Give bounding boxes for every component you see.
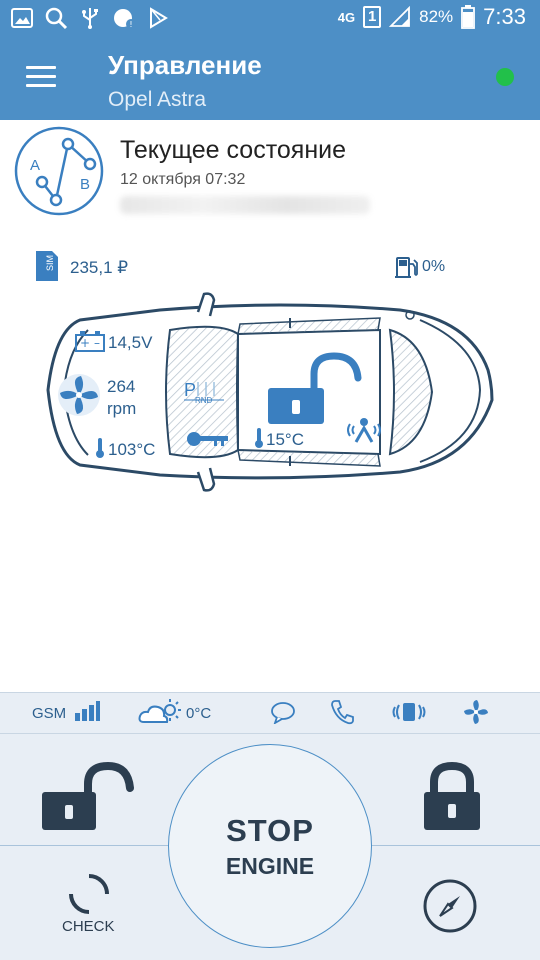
connection-status-indicator (496, 68, 514, 86)
car-unlocked-icon (268, 352, 362, 424)
usb-icon (82, 8, 98, 29)
svg-text:+: + (80, 336, 90, 350)
notification-icons: ! (10, 6, 170, 30)
engine-fan-icon (58, 374, 100, 416)
sim-card-icon: SIM (36, 251, 58, 281)
data-saver-icon: ! (114, 9, 136, 29)
sim-balance: 235,1 ₽ (70, 258, 129, 277)
battery-icon (461, 5, 476, 29)
signal-icon (389, 6, 411, 27)
cabin-temperature: 15°C (266, 430, 304, 449)
network-type: 4G (337, 9, 356, 25)
menu-icon[interactable] (26, 66, 56, 88)
gear-selector-icon: P RND (184, 380, 224, 405)
lock-button[interactable] (420, 762, 484, 832)
vehicle-name: Opel Astra (108, 88, 207, 111)
compass-icon[interactable] (422, 878, 478, 934)
page-title: Управление (108, 50, 262, 80)
system-status: 4G 1 82% 7:33 (338, 4, 526, 30)
svg-text:–: – (94, 336, 100, 350)
clock: 7:33 (483, 4, 526, 29)
blurred-address (120, 196, 370, 214)
sim-slot-badge: 1 (363, 6, 382, 28)
logo-label-b: B (80, 176, 90, 193)
fan-icon[interactable] (462, 698, 490, 726)
weather-icon (138, 699, 181, 723)
cabin-thermometer-icon (255, 428, 263, 448)
battery-voltage-icon: + – (75, 331, 105, 352)
engine-temperature: 103°C (108, 440, 156, 459)
sim-label: SIM (45, 255, 55, 271)
ignition-key-icon (187, 432, 228, 446)
battery-voltage: 14,5V (108, 333, 153, 352)
state-timestamp: 12 октября 07:32 (120, 171, 246, 188)
stop-engine-button[interactable]: STOP ENGINE (168, 744, 372, 948)
fuel-level: 0% (422, 258, 446, 275)
battery-percent: 82% (419, 7, 454, 26)
message-icon[interactable] (270, 700, 296, 724)
stop-label: STOP (226, 812, 314, 848)
phone-icon[interactable] (330, 699, 354, 725)
gsm-label: GSM (32, 705, 67, 722)
status-bar: ! 4G 1 82% 7:33 (0, 0, 540, 38)
gsm-signal-icon (75, 701, 100, 721)
state-title: Текущее состояние (120, 136, 347, 164)
engine-rpm-unit: rpm (107, 399, 137, 418)
ab-route-logo: A B (14, 126, 104, 216)
play-store-icon (150, 7, 168, 29)
sim-slot-number: 1 (367, 8, 377, 25)
info-strip: GSM 0°C (0, 692, 540, 734)
svg-text:!: ! (129, 20, 132, 29)
check-label[interactable]: CHECK (62, 918, 115, 935)
unlock-button[interactable] (40, 762, 136, 832)
outside-temperature: 0°C (186, 705, 212, 722)
vibration-icon[interactable] (391, 699, 427, 725)
engine-rpm-value: 264 (107, 377, 136, 396)
alarm-sensor-icon (347, 418, 381, 443)
logo-label-a: A (30, 157, 40, 174)
search-icon (45, 7, 68, 30)
engine-label: ENGINE (225, 852, 315, 879)
fuel-icon (395, 257, 418, 278)
engine-thermometer-icon (96, 438, 104, 458)
app-header: Управление Opel Astra (0, 38, 540, 120)
image-icon (11, 8, 33, 28)
check-status-icon[interactable] (67, 872, 111, 916)
